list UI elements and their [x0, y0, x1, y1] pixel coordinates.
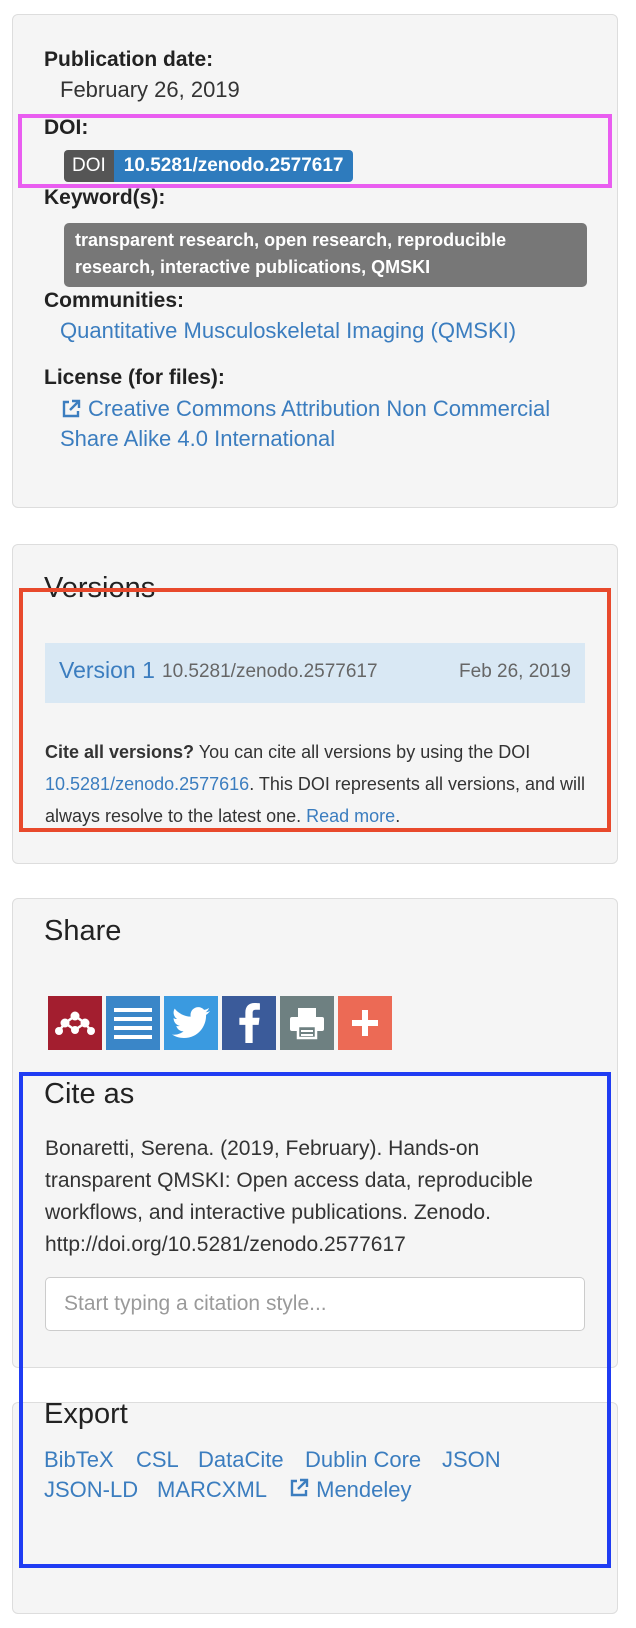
doi-badge[interactable]: DOI 10.5281/zenodo.2577617	[64, 150, 354, 182]
doi-badge-key: DOI	[64, 150, 114, 182]
doi-label: DOI:	[44, 116, 89, 139]
license-line-1: Creative Commons Attribution Non Commerc…	[88, 396, 551, 421]
cite-all-bold: Cite all versions?	[45, 742, 195, 762]
versions-title: Versions	[44, 572, 156, 604]
mendeley-share-button[interactable]	[48, 996, 102, 1050]
doi-badge-value: 10.5281/zenodo.2577617	[113, 150, 354, 182]
version-date: Feb 26, 2019	[459, 661, 571, 682]
twitter-share-button[interactable]	[164, 996, 218, 1050]
read-more-link[interactable]: Read more	[306, 806, 395, 826]
keywords-badge: transparent research, open research, rep…	[64, 223, 587, 287]
keywords-line-1: transparent research, open research, rep…	[75, 230, 507, 250]
cite-all-period: .	[395, 806, 401, 826]
external-link-icon	[62, 399, 81, 418]
keywords-label: Keyword(s):	[44, 186, 166, 209]
list-share-button[interactable]	[106, 996, 160, 1050]
export-mendeley-link[interactable]: Mendeley	[288, 1477, 412, 1503]
export-panel	[12, 1402, 618, 1614]
version-doi: 10.5281/zenodo.2577617	[162, 661, 378, 682]
share-title: Share	[44, 915, 122, 947]
concept-doi-link[interactable]: 10.5281/zenodo.2577616	[45, 774, 249, 794]
citation-style-input[interactable]	[45, 1277, 585, 1331]
version-name: Version 1	[59, 657, 155, 683]
external-link-icon	[290, 1478, 309, 1497]
community-link[interactable]: Quantitative Musculoskeletal Imaging (QM…	[60, 318, 516, 344]
print-share-button[interactable]	[280, 996, 334, 1050]
add-share-button[interactable]	[338, 996, 392, 1050]
publication-date-value: February 26, 2019	[60, 77, 240, 102]
cite-as-title: Cite as	[44, 1078, 135, 1110]
mendeley-icon	[55, 1011, 95, 1035]
export-dublin-core-link[interactable]: Dublin Core	[305, 1447, 421, 1473]
export-datacite-link[interactable]: DataCite	[198, 1447, 284, 1473]
export-json-link[interactable]: JSON	[442, 1447, 501, 1473]
license-line-2: Share Alike 4.0 International	[60, 426, 336, 451]
export-bibtex-link[interactable]: BibTeX	[44, 1447, 114, 1473]
cite-all-text-1: You can cite all versions by using the D…	[194, 742, 531, 762]
publication-date-label: Publication date:	[44, 48, 214, 71]
citation-text: Bonaretti, Serena. (2019, February). Han…	[45, 1137, 533, 1256]
cite-all-versions-note: Cite all versions? You can cite all vers…	[45, 736, 585, 832]
twitter-icon	[172, 1007, 210, 1039]
keywords-line-2: research, interactive publications, QMSK…	[75, 257, 431, 277]
facebook-share-button[interactable]	[222, 996, 276, 1050]
export-marcxml-link[interactable]: MARCXML	[157, 1477, 267, 1503]
list-icon	[114, 1008, 152, 1039]
facebook-icon	[239, 1003, 260, 1043]
version-row[interactable]: Version 1 10.5281/zenodo.2577617 Feb 26,…	[45, 643, 585, 703]
communities-label: Communities:	[44, 289, 185, 312]
export-mendeley-label: Mendeley	[316, 1477, 412, 1502]
export-title: Export	[44, 1398, 128, 1430]
export-json-ld-link[interactable]: JSON-LD	[44, 1477, 138, 1503]
print-icon	[290, 1008, 324, 1040]
export-csl-link[interactable]: CSL	[136, 1447, 179, 1473]
plus-icon	[352, 1010, 378, 1036]
license-label: License (for files):	[44, 366, 225, 389]
